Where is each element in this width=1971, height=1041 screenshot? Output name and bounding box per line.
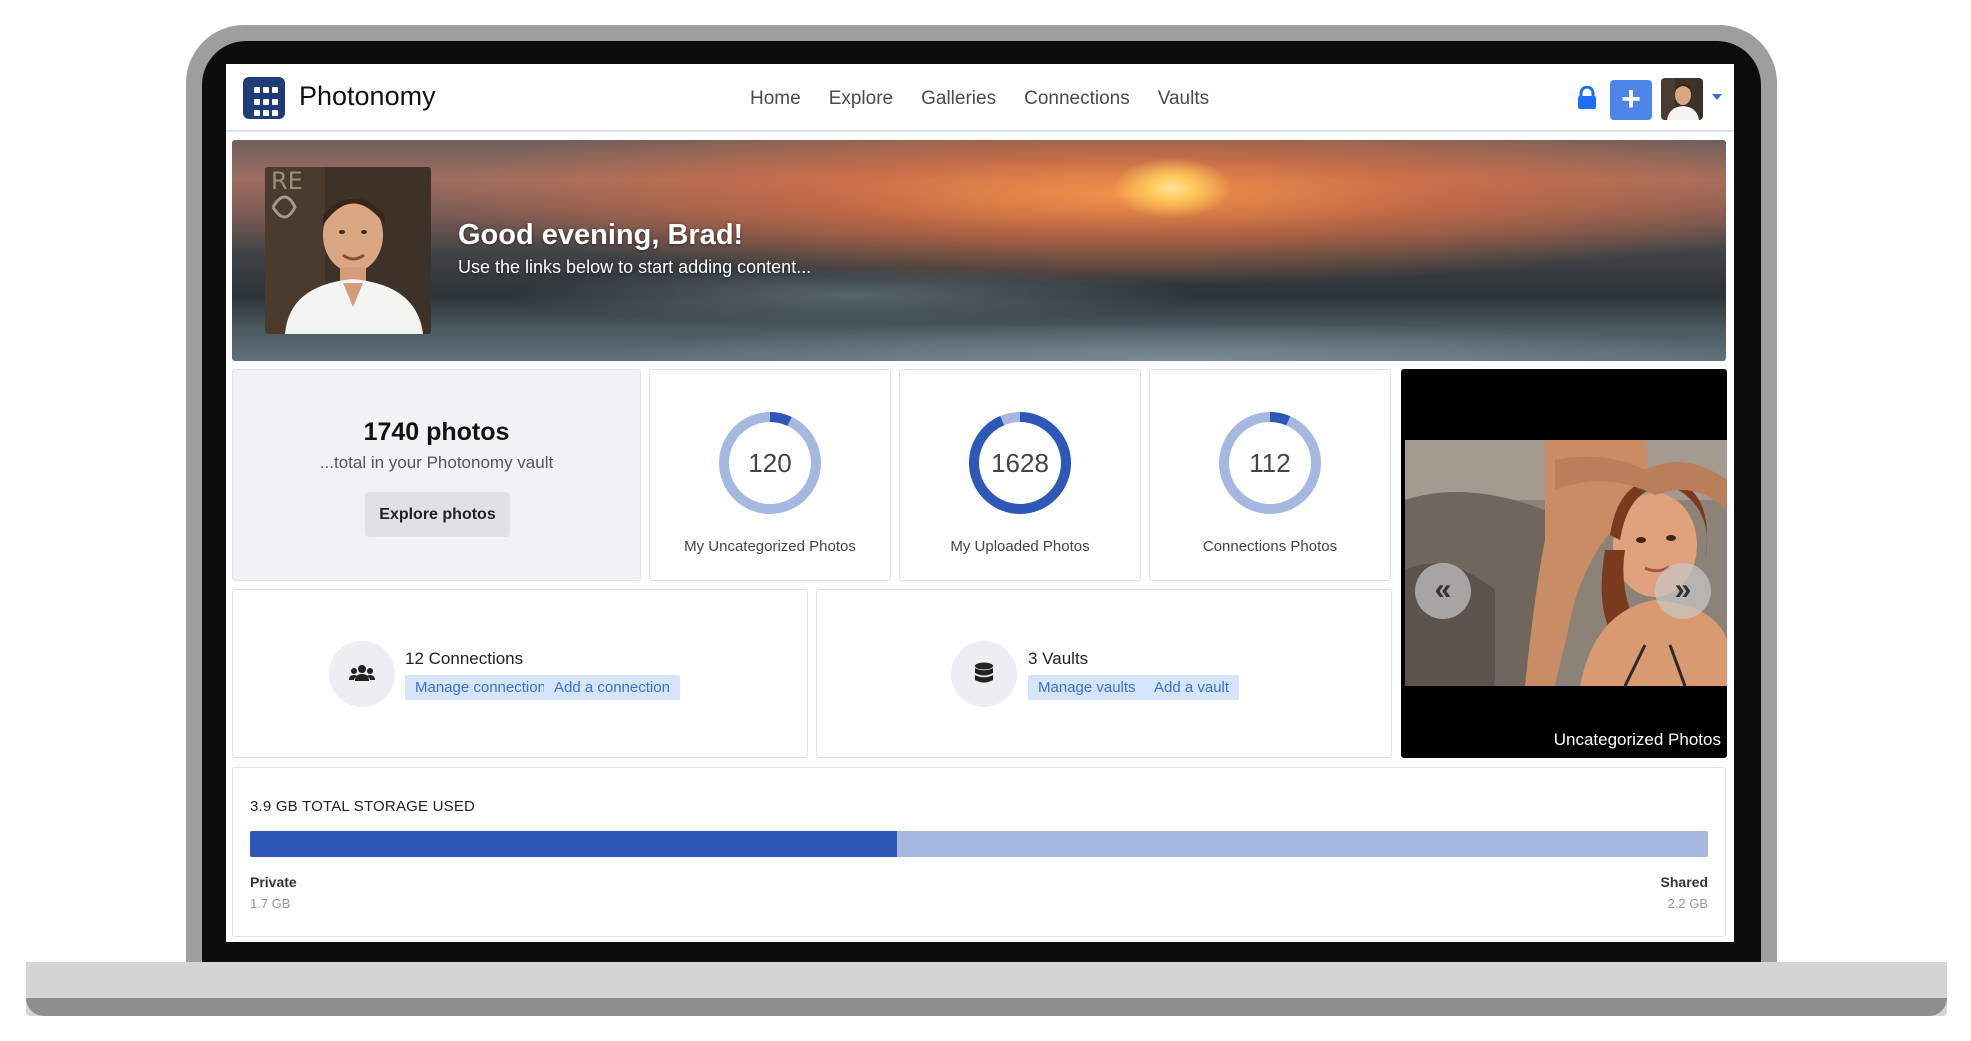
user-avatar[interactable] <box>1661 78 1703 120</box>
donut-chart: 112 <box>1217 410 1323 516</box>
storage-bar-private-fill <box>250 831 898 857</box>
manage-vaults-link[interactable]: Manage vaults <box>1028 675 1146 700</box>
greeting-subtitle: Use the links below to start adding cont… <box>458 257 812 277</box>
add-connection-link[interactable]: Add a connection <box>544 675 680 700</box>
stat-label: My Uncategorized Photos <box>684 538 856 555</box>
laptop-base-edge <box>26 998 1947 1016</box>
storage-bar <box>250 831 1708 857</box>
stat-card-uncategorized[interactable]: 120 My Uncategorized Photos <box>649 369 891 581</box>
welcome-banner: RE Good evening, Brad! Use the links bel… <box>232 140 1726 361</box>
total-photos-card: 1740 photos ...total in your Photonomy v… <box>232 369 641 581</box>
svg-text:RE: RE <box>271 167 303 195</box>
private-label: Private <box>250 874 297 890</box>
user-menu-caret-icon[interactable] <box>1712 94 1722 100</box>
donut-chart: 120 <box>717 410 823 516</box>
explore-photos-button[interactable]: Explore photos <box>365 492 510 537</box>
logo-icon[interactable] <box>243 77 285 119</box>
nav-galleries[interactable]: Galleries <box>921 88 996 110</box>
carousel-prev-button[interactable]: « <box>1415 563 1471 619</box>
top-navbar: Photonomy Home Explore Galleries Connect… <box>226 64 1734 132</box>
carousel-next-button[interactable]: » <box>1655 563 1711 619</box>
vaults-count: 3 Vaults <box>1028 649 1089 668</box>
stat-label: My Uploaded Photos <box>950 538 1090 555</box>
nav-vaults[interactable]: Vaults <box>1158 88 1209 110</box>
stat-value: 1628 <box>991 448 1049 478</box>
manage-connections-link[interactable]: Manage connections <box>405 675 564 700</box>
stat-value: 120 <box>748 448 792 478</box>
stat-card-connections[interactable]: 112 Connections Photos <box>1149 369 1391 581</box>
greeting-heading: Good evening, Brad! <box>458 219 744 251</box>
stat-label: Connections Photos <box>1202 538 1338 555</box>
brand-name[interactable]: Photonomy <box>299 81 436 112</box>
vaults-card: 3 Vaults Manage vaults Add a vault <box>816 589 1392 758</box>
database-icon <box>951 641 1017 707</box>
nav-connections[interactable]: Connections <box>1024 88 1130 110</box>
photo-carousel[interactable]: « » Uncategorized Photos <box>1401 369 1727 758</box>
total-photos-subtitle: ...total in your Photonomy vault <box>319 453 554 472</box>
app-screen: Photonomy Home Explore Galleries Connect… <box>226 64 1734 942</box>
shared-label: Shared <box>1660 874 1708 890</box>
carousel-caption: Uncategorized Photos <box>1553 730 1721 749</box>
nav-home[interactable]: Home <box>750 88 801 110</box>
lock-icon[interactable] <box>1576 86 1598 110</box>
connections-card: 12 Connections Manage connections Add a … <box>232 589 808 758</box>
main-nav: Home Explore Galleries Connections Vault… <box>750 88 1209 110</box>
nav-explore[interactable]: Explore <box>829 88 893 110</box>
private-value: 1.7 GB <box>250 896 291 911</box>
profile-photo: RE <box>265 167 431 334</box>
stat-value: 112 <box>1249 448 1291 478</box>
donut-chart: 1628 <box>967 410 1073 516</box>
shared-value: 2.2 GB <box>1667 896 1708 911</box>
add-content-button[interactable]: + <box>1610 80 1652 120</box>
storage-title: 3.9 GB TOTAL STORAGE USED <box>250 798 476 815</box>
storage-card: 3.9 GB TOTAL STORAGE USED Private 1.7 GB… <box>232 767 1726 937</box>
users-icon <box>329 641 395 707</box>
stat-card-uploaded[interactable]: 1628 My Uploaded Photos <box>899 369 1141 581</box>
add-vault-link[interactable]: Add a vault <box>1144 675 1240 700</box>
total-photos-count: 1740 photos <box>363 418 510 446</box>
connections-count: 12 Connections <box>405 649 524 668</box>
